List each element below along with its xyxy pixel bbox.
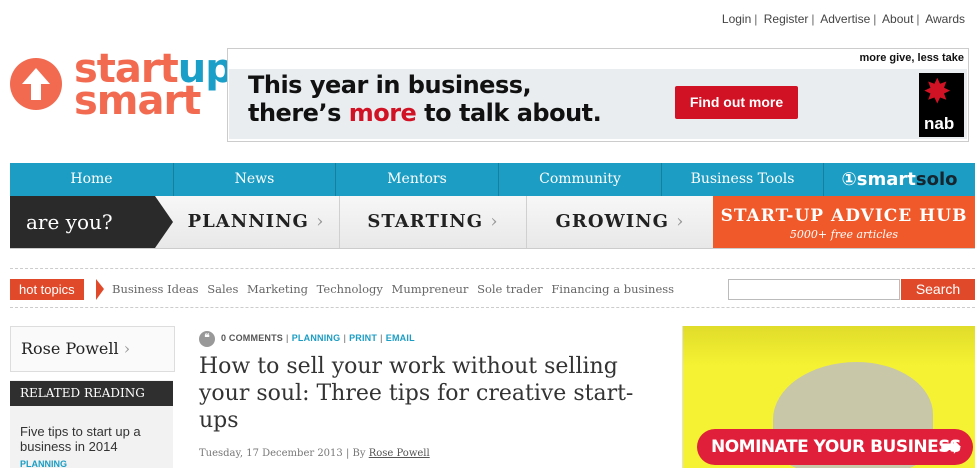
category-link[interactable]: PLANNING xyxy=(292,333,341,343)
star-icon: ✸ xyxy=(923,73,952,111)
nominate-ad[interactable]: NOMINATE YOUR BUSINESS ➡ xyxy=(683,326,975,468)
nominate-button[interactable]: NOMINATE YOUR BUSINESS ➡ xyxy=(697,429,973,465)
byline-by: By xyxy=(352,448,366,459)
comments-link[interactable]: 0 COMMENTS xyxy=(221,333,283,343)
topic-links: Business Ideas Sales Marketing Technolog… xyxy=(112,279,679,300)
topic-link[interactable]: Mumpreneur xyxy=(392,282,469,296)
search-input[interactable] xyxy=(728,279,900,300)
article-headline: How to sell your work without selling yo… xyxy=(199,354,634,433)
nav-business-tools[interactable]: Business Tools xyxy=(662,163,824,196)
stage-nav: are you? PLANNING › STARTING › GROWING ›… xyxy=(10,196,975,249)
banner-tagline: more give, less take xyxy=(859,52,964,64)
hub-title: START-UP ADVICE HUB xyxy=(720,206,968,226)
hot-topics-bar: hot topics Business Ideas Sales Marketin… xyxy=(10,268,975,308)
search-button[interactable]: Search xyxy=(901,279,975,300)
stage-planning-label: PLANNING xyxy=(187,211,309,232)
register-link[interactable]: Register xyxy=(764,12,809,26)
related-reading: RELATED READING Five tips to start up a … xyxy=(10,380,173,469)
hot-topics-label: hot topics xyxy=(10,279,84,300)
about-link[interactable]: About xyxy=(882,12,913,26)
stage-planning[interactable]: PLANNING › xyxy=(173,196,339,248)
nav-news[interactable]: News xyxy=(174,163,336,196)
are-you-arrow xyxy=(155,196,173,248)
chevron-right-icon: › xyxy=(676,211,685,232)
topic-link[interactable]: Marketing xyxy=(247,282,308,296)
byline-author-link[interactable]: Rose Powell xyxy=(369,448,430,459)
topic-link[interactable]: Sole trader xyxy=(477,282,543,296)
print-link[interactable]: PRINT xyxy=(349,333,377,343)
smartsolo-one-icon: ① xyxy=(841,169,857,190)
chevron-right-icon: › xyxy=(123,339,131,358)
chevron-right-icon: › xyxy=(490,211,499,232)
article-byline: Tuesday, 17 December 2013 | By Rose Powe… xyxy=(199,448,430,459)
comment-bubble-icon: ❝ xyxy=(199,330,215,347)
find-out-more-button[interactable]: Find out more xyxy=(675,86,798,119)
topic-link[interactable]: Technology xyxy=(317,282,383,296)
ad-background-band xyxy=(683,326,975,366)
up-arrow-icon xyxy=(10,58,62,110)
startup-advice-hub[interactable]: START-UP ADVICE HUB 5000+ free articles xyxy=(713,196,975,248)
article-date: Tuesday, 17 December 2013 xyxy=(199,448,343,459)
arrow-right-icon: ➡ xyxy=(939,432,962,462)
related-article-link[interactable]: Five tips to start up a business in 2014 xyxy=(20,424,168,454)
stage-growing-label: GROWING xyxy=(555,211,669,232)
banner-line-1: This year in business, xyxy=(248,71,532,99)
top-links: Login | Register | Advertise | About | Award… xyxy=(721,12,965,26)
chevron-right-icon: › xyxy=(316,211,325,232)
nominate-label: NOMINATE YOUR BUSINESS xyxy=(711,437,961,457)
logo-word-smart: smart xyxy=(74,78,201,124)
smartsolo-word-smart: smart xyxy=(856,169,916,190)
banner-ad[interactable]: more give, less take This year in busine… xyxy=(227,48,969,142)
smartsolo-link[interactable]: ①smartsolo xyxy=(824,163,975,196)
awards-link[interactable]: Awards xyxy=(925,12,965,26)
login-link[interactable]: Login xyxy=(722,12,751,26)
author-name: Rose Powell xyxy=(21,339,119,358)
topic-link[interactable]: Financing a business xyxy=(551,282,674,296)
nab-brand: nab xyxy=(924,114,955,133)
topic-link[interactable]: Business Ideas xyxy=(112,282,199,296)
main-nav: Home News Mentors Community Business Too… xyxy=(10,163,975,196)
stage-starting-label: STARTING xyxy=(367,211,484,232)
article-meta: ❝ 0 COMMENTS | PLANNING | PRINT | EMAIL xyxy=(199,330,415,347)
topic-link[interactable]: Sales xyxy=(207,282,238,296)
banner-line-2: there’s more to talk about. xyxy=(248,99,602,127)
hot-topics-arrow xyxy=(96,279,104,300)
author-box[interactable]: Rose Powell › xyxy=(10,326,175,372)
stage-growing[interactable]: GROWING › xyxy=(527,196,713,248)
smartsolo-word-solo: solo xyxy=(915,169,958,190)
stage-starting[interactable]: STARTING › xyxy=(340,196,526,248)
related-reading-header: RELATED READING xyxy=(10,381,173,406)
nav-mentors[interactable]: Mentors xyxy=(336,163,499,196)
site-logo[interactable]: startup smart xyxy=(10,46,234,140)
nav-home[interactable]: Home xyxy=(10,163,174,196)
nav-community[interactable]: Community xyxy=(499,163,662,196)
advertise-link[interactable]: Advertise xyxy=(820,12,870,26)
nab-logo: ✸ nab xyxy=(919,73,964,137)
hub-subtitle: 5000+ free articles xyxy=(789,228,899,241)
email-link[interactable]: EMAIL xyxy=(386,333,415,343)
are-you-label: are you? xyxy=(10,196,155,248)
